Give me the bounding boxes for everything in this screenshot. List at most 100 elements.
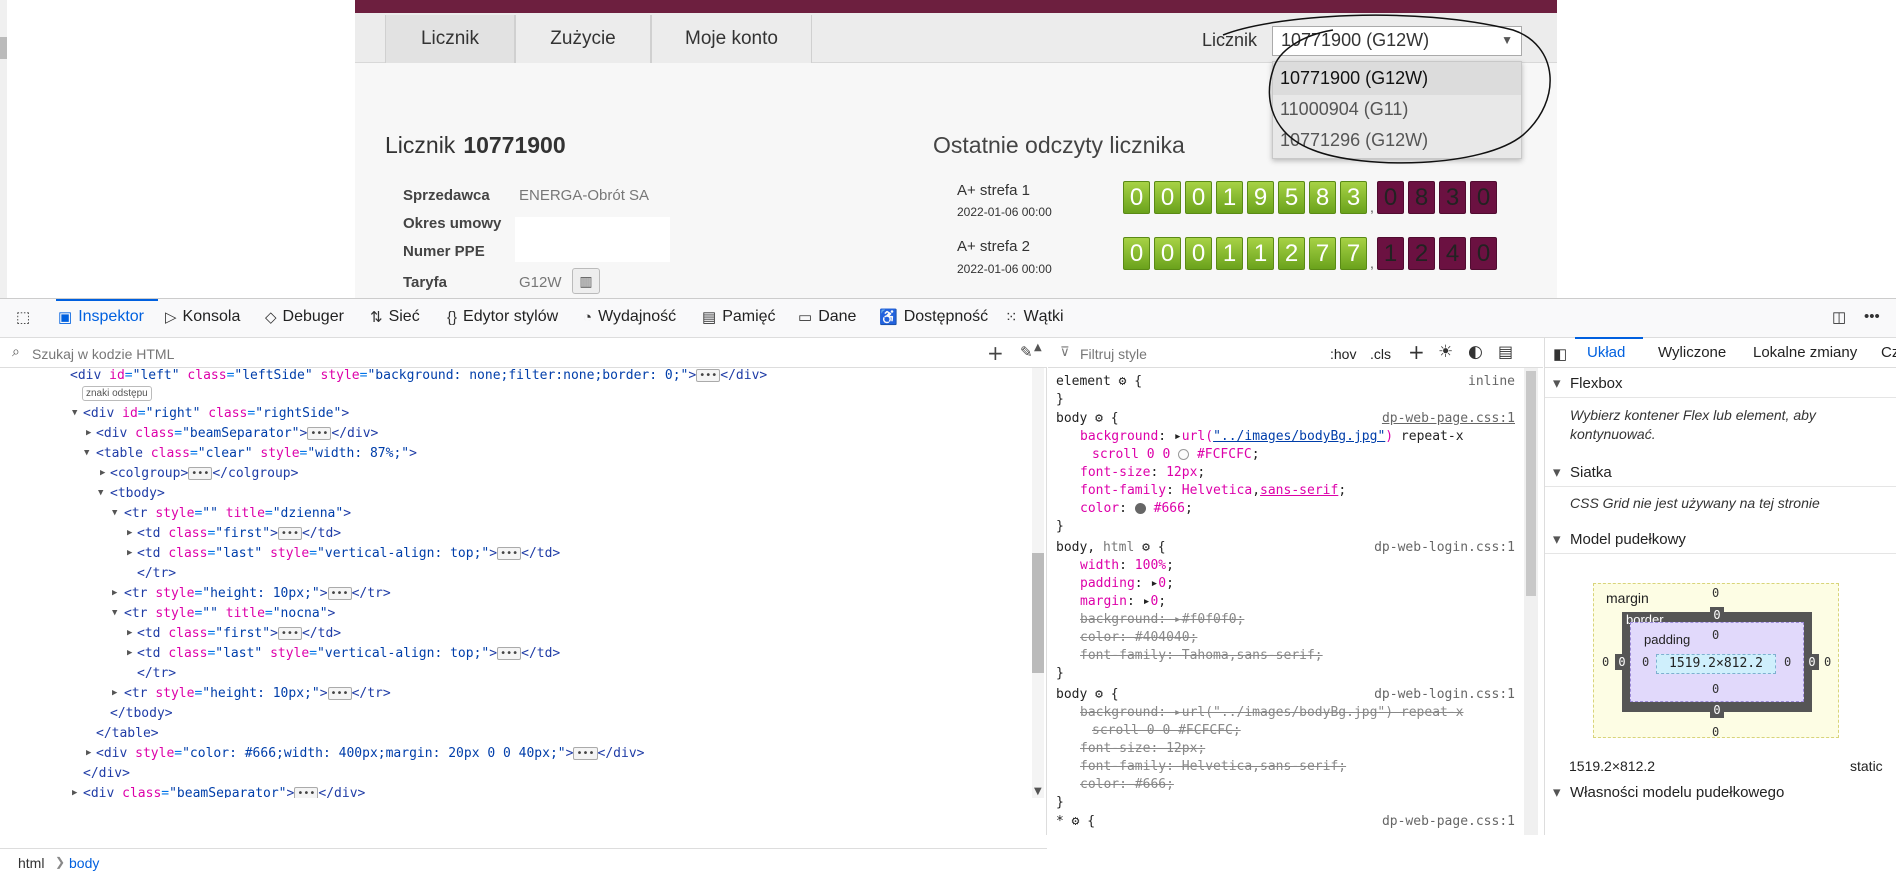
html-line[interactable]: <div class="beamSeparator"> ••• </div> (83, 786, 365, 798)
tab-licznik[interactable]: Licznik (385, 15, 515, 63)
html-line[interactable]: </tr> (137, 666, 176, 681)
tab-edytor-stylow[interactable]: {} Edytor stylów (447, 308, 558, 326)
dock-side-button[interactable]: ◫ (1832, 308, 1846, 326)
accessibility-icon: ♿ (879, 309, 898, 326)
meter-digit-decimal: 0 (1377, 181, 1404, 214)
tab-zuzycie[interactable]: Zużycie (515, 15, 651, 63)
tab-watki[interactable]: ⁙ Wątki (1005, 308, 1064, 326)
html-line[interactable]: <table class="clear" style="width: 87%;"… (96, 446, 417, 461)
html-line[interactable]: <td class="first"> ••• </td> (137, 626, 341, 641)
breadcrumb-body[interactable]: body (69, 855, 99, 871)
rules-filter-input[interactable]: Filtruj style (1080, 346, 1147, 362)
more-options-button[interactable]: ••• (1864, 308, 1880, 325)
whitespace-badge: znaki odstępu (82, 386, 152, 401)
hov-toggle[interactable]: :hov (1330, 346, 1356, 362)
tab-label: Inspektor (78, 308, 144, 325)
storage-icon: ▭ (798, 309, 813, 326)
html-line[interactable]: </tbody> (110, 706, 173, 721)
padding-right-value[interactable]: 0 (1784, 655, 1791, 669)
info-label-contract: Okres umowy (403, 215, 502, 232)
element-picker-button[interactable]: ⬚ (16, 308, 30, 326)
tab-label: Debuger (282, 308, 344, 325)
html-line[interactable]: <tr style="height: 10px;"> ••• </tr> (124, 586, 391, 601)
flexbox-message: Wybierz kontener Flex lub element, aby k… (1570, 407, 1816, 442)
info-value-seller: ENERGA-Obrót SA (519, 187, 650, 204)
tab-uklad[interactable]: Układ (1587, 344, 1625, 361)
html-line[interactable]: <colgroup> ••• </colgroup> (110, 466, 298, 481)
info-label-ppe: Numer PPE (403, 243, 485, 260)
margin-right-value[interactable]: 0 (1824, 655, 1831, 669)
scroll-up-icon[interactable]: ▲ (1034, 342, 1042, 353)
html-line[interactable]: <td class="last" style="vertical-align: … (137, 546, 560, 561)
tab-cz[interactable]: Cz (1881, 344, 1896, 361)
margin-left-value[interactable]: 0 (1602, 655, 1609, 669)
cls-toggle[interactable]: .cls (1370, 346, 1391, 362)
html-line[interactable]: <tr style="height: 10px;"> ••• </tr> (124, 686, 391, 701)
section-grid[interactable]: Siatka (1545, 459, 1896, 487)
html-line[interactable]: <div class="beamSeparator"> ••• </div> (96, 426, 378, 441)
html-search-input[interactable]: Szukaj w kodzie HTML (32, 346, 174, 362)
page-title-prefix: Licznik (385, 132, 456, 158)
meter-digit-integer: 0 (1123, 181, 1150, 214)
html-line[interactable]: <div id="left" class="leftSide" style="b… (70, 368, 767, 383)
tab-pamiec[interactable]: ▤ Pamięć (702, 308, 776, 326)
chevron-right-icon: ❯ (55, 855, 66, 869)
tab-lokalne-zmiany[interactable]: Lokalne zmiany (1753, 344, 1857, 361)
tab-dane[interactable]: ▭ Dane (798, 308, 856, 326)
decimal-separator: , (1370, 199, 1374, 215)
rules-scrollbar-thumb[interactable] (1526, 371, 1536, 596)
margin-bottom-value[interactable]: 0 (1712, 725, 1719, 739)
html-line[interactable]: <div id="right" class="rightSide"> (83, 406, 349, 421)
tab-wydajnosc[interactable]: ◔ Wydajność (583, 308, 676, 326)
padding-top-value[interactable]: 0 (1712, 628, 1719, 642)
html-line[interactable]: <tr style="" title="dzienna"> (124, 506, 351, 521)
border-top-value[interactable]: 0 (1710, 607, 1724, 623)
tab-wyliczone[interactable]: Wyliczone (1658, 344, 1726, 361)
border-left-value[interactable]: 0 (1615, 654, 1629, 670)
add-rule-button[interactable]: + (1408, 340, 1425, 364)
tab-moje-konto[interactable]: Moje konto (651, 15, 812, 63)
print-media-icon[interactable]: ▤ (1498, 342, 1513, 361)
tab-dostepnosc[interactable]: ♿ Dostępność (879, 308, 988, 326)
tab-konsola[interactable]: ▷ Konsola (165, 308, 240, 326)
html-line[interactable]: <tr style="" title="nocna"> (124, 606, 335, 621)
padding-bottom-value[interactable]: 0 (1712, 682, 1719, 696)
layout-tabs-bar: ◧ Układ Wyliczone Lokalne zmiany Cz (1545, 337, 1896, 368)
breadcrumb-html[interactable]: html (18, 855, 44, 871)
html-line[interactable]: </table> (96, 726, 159, 741)
html-scrollbar-thumb[interactable] (1032, 553, 1044, 673)
meter-digit-integer: 7 (1340, 237, 1367, 270)
padding-left-value[interactable]: 0 (1642, 655, 1649, 669)
html-line[interactable]: <td class="first"> ••• </td> (137, 526, 341, 541)
box-dimensions: 1519.2×812.2 (1569, 758, 1656, 774)
html-line[interactable]: <div style="color: #666;width: 400px;mar… (96, 746, 644, 761)
scroll-down-icon[interactable]: ▼ (1034, 786, 1042, 797)
html-line[interactable]: </tr> (137, 566, 176, 581)
meter-digit-integer: 5 (1278, 181, 1305, 214)
border-bottom-value[interactable]: 0 (1710, 702, 1724, 718)
toggle-sidebar-icon[interactable]: ◧ (1553, 345, 1567, 363)
section-flexbox[interactable]: Flexbox (1545, 370, 1896, 398)
dark-mode-icon[interactable]: ◐ (1468, 342, 1483, 362)
reading-date: 2022-01-06 00:00 (957, 262, 1052, 276)
threads-icon: ⁙ (1005, 309, 1018, 326)
css-rules-pane: ⊽ Filtruj style :hov .cls + ☀ ◐ ▤ elemen… (1048, 338, 1543, 835)
chart-button[interactable]: ▥ (572, 268, 600, 294)
tab-siec[interactable]: ⇅ Sieć (370, 308, 420, 326)
add-node-button[interactable]: + (987, 341, 1004, 365)
meter-digit-integer: 0 (1185, 181, 1212, 214)
eyedropper-icon[interactable]: ✎ (1020, 343, 1033, 361)
border-right-value[interactable]: 0 (1805, 654, 1819, 670)
light-mode-icon[interactable]: ☀ (1438, 342, 1453, 362)
content-box[interactable]: 1519.2×812.2 (1656, 654, 1776, 674)
margin-top-value[interactable]: 0 (1712, 586, 1719, 600)
html-line[interactable]: <td class="last" style="vertical-align: … (137, 646, 560, 661)
html-tree: <div id="left" class="leftSide" style="b… (0, 368, 1030, 798)
section-boxmodel[interactable]: Model pudełkowy (1545, 526, 1896, 554)
tab-debuger[interactable]: ◇ Debuger (265, 308, 344, 326)
html-line[interactable]: <tbody> (110, 486, 165, 501)
tab-inspektor[interactable]: ▣ Inspektor (58, 308, 144, 326)
html-line[interactable]: </div> (83, 766, 130, 781)
section-boxmodel-props[interactable]: Własności modelu pudełkowego (1545, 779, 1896, 807)
meter-digit-decimal: 2 (1408, 237, 1435, 270)
